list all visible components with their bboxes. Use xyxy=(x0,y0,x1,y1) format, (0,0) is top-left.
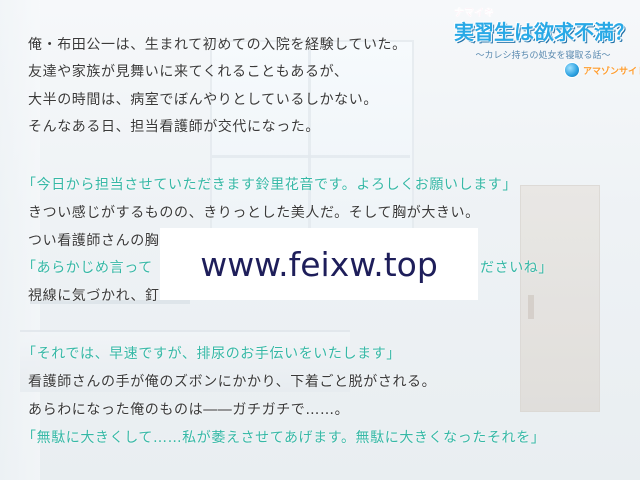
background-window-frame xyxy=(212,155,410,158)
background-door-handle xyxy=(528,295,534,319)
brand-name: アマゾンサイト xyxy=(583,66,640,77)
watermark-text: www.feixw.top xyxy=(200,244,438,284)
dialogue-line: 「今日から担当させていただきます鈴里花音です。よろしくお願いします」 xyxy=(22,177,517,193)
narration-line: つい看護師さんの胸 xyxy=(28,233,160,249)
watermark-banner: www.feixw.top xyxy=(160,228,478,300)
game-title-logo: ナマイキ 実習生は欲求不満？ ～カレシ持ちの処女を寝取る話～ アマゾンサイト xyxy=(454,4,640,82)
globe-icon xyxy=(564,62,580,78)
narration-line: あらわになった俺のものは――ガチガチで……。 xyxy=(28,402,350,418)
dialogue-line: 「それでは、早速ですが、排尿のお手伝いをいたします」 xyxy=(22,346,401,362)
brand-logo: アマゾンサイト xyxy=(564,62,640,78)
narration-line: 大半の時間は、病室でぼんやりとしているしかない。 xyxy=(28,92,378,108)
narration-line: 看護師さんの手が俺のズボンにかかり、下着ごと脱がされる。 xyxy=(28,374,437,390)
narration-line: 俺・布田公一は、生まれて初めての入院を経験していた。 xyxy=(28,37,407,53)
logo-title: 実習生は欲求不満？ xyxy=(454,20,634,44)
dialogue-line: 「無駄に大きくして……私が萎えさせてあげます。無駄に大きくなったそれを」 xyxy=(22,430,546,446)
dialogue-line: ださいね」 xyxy=(480,260,553,276)
narration-line: 友達や家族が見舞いに来てくれることもあるが、 xyxy=(28,64,349,80)
narration-line: 視線に気づかれ、釘 xyxy=(28,288,160,304)
narration-line: そんなある日、担当看護師が交代になった。 xyxy=(28,119,320,135)
dialogue-line: 「あらかじめ言って xyxy=(22,260,153,276)
narration-line: きつい感じがするものの、きりっとした美人だ。そして胸が大きい。 xyxy=(28,205,480,221)
game-screen[interactable]: ナマイキ 実習生は欲求不満？ ～カレシ持ちの処女を寝取る話～ アマゾンサイト 俺… xyxy=(0,0,640,480)
logo-subtitle: ～カレシ持ちの処女を寝取る話～ xyxy=(475,51,611,61)
